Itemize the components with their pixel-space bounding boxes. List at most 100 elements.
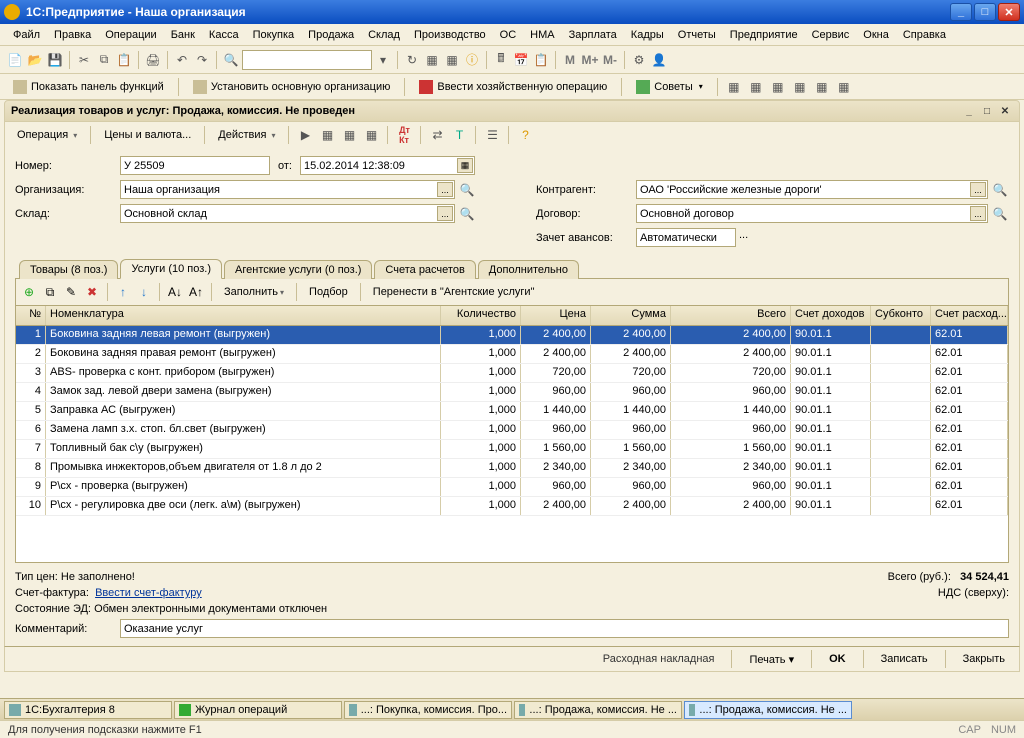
print-button[interactable]: Печать ▾ — [745, 651, 798, 668]
invoice-link[interactable]: Ввести счет-фактуру — [95, 587, 202, 599]
tab-additional[interactable]: Дополнительно — [478, 260, 579, 279]
menu-sale[interactable]: Продажа — [303, 27, 359, 43]
task-item[interactable]: 1С:Бухгалтерия 8 — [4, 701, 172, 719]
doc-close-button[interactable]: ✕ — [997, 104, 1013, 118]
counterparty-input[interactable]: ОАО 'Российские железные дороги'... — [636, 180, 988, 199]
help-icon[interactable]: ⓘ — [463, 51, 481, 69]
task-item[interactable]: ...: Покупка, комиссия. Про... — [344, 701, 512, 719]
number-input[interactable]: У 25509 — [120, 156, 270, 175]
task-item[interactable]: ...: Продажа, комиссия. Не ... — [684, 701, 852, 719]
save-icon[interactable]: 💾 — [46, 51, 64, 69]
table-row[interactable]: 5Заправка АС (выгружен)1,0001 440,001 44… — [16, 402, 1008, 421]
org-input[interactable]: Наша организация... — [120, 180, 455, 199]
menu-windows[interactable]: Окна — [858, 27, 894, 43]
move-down-icon[interactable]: ↓ — [135, 283, 153, 301]
ok-button[interactable]: OK — [825, 651, 850, 667]
refresh-icon[interactable]: ↻ — [403, 51, 421, 69]
select-icon[interactable]: ... — [970, 182, 986, 197]
minimize-button[interactable]: _ — [950, 3, 972, 21]
menu-purchase[interactable]: Покупка — [248, 27, 300, 43]
menu-edit[interactable]: Правка — [49, 27, 96, 43]
calendar-icon[interactable]: 📅 — [512, 51, 530, 69]
tab-goods[interactable]: Товары (8 поз.) — [19, 260, 118, 279]
show-panel-button[interactable]: Показать панель функций — [6, 77, 171, 97]
sort-desc-icon[interactable]: A↑ — [187, 283, 205, 301]
report3-icon[interactable]: ▦ — [769, 78, 787, 96]
sort-asc-icon[interactable]: A↓ — [166, 283, 184, 301]
doc-list-icon[interactable]: ☰ — [483, 126, 501, 144]
task-item[interactable]: Журнал операций — [174, 701, 342, 719]
fill-button[interactable]: Заполнить — [218, 284, 290, 300]
doc-post-icon[interactable]: ▶ — [296, 126, 314, 144]
tab-accounts[interactable]: Счета расчетов — [374, 260, 475, 279]
menu-nma[interactable]: НМА — [525, 27, 559, 43]
mminus-icon[interactable]: M- — [601, 51, 619, 69]
report2-icon[interactable]: ▦ — [747, 78, 765, 96]
select-icon[interactable]: ... — [970, 206, 986, 221]
doc-post2-icon[interactable]: ▦ — [340, 126, 358, 144]
tab-agent[interactable]: Агентские услуги (0 поз.) — [224, 260, 372, 279]
calc-icon[interactable]: 🖩 — [492, 51, 510, 69]
menu-enterprise[interactable]: Предприятие — [725, 27, 803, 43]
report4-icon[interactable]: ▦ — [791, 78, 809, 96]
lock-icon[interactable]: 👤 — [650, 51, 668, 69]
delete-row-icon[interactable]: ✖ — [83, 283, 101, 301]
counterparty-open-icon[interactable]: 🔍 — [991, 181, 1009, 199]
table-row[interactable]: 9Р\сх - проверка (выгружен)1,000960,0096… — [16, 478, 1008, 497]
menu-help[interactable]: Справка — [898, 27, 951, 43]
open-icon[interactable]: 📂 — [26, 51, 44, 69]
date-input[interactable]: 15.02.2014 12:38:09▦ — [300, 156, 475, 175]
print-icon[interactable]: 🖨 — [144, 51, 162, 69]
move-to-agent-button[interactable]: Перенести в "Агентские услуги" — [367, 284, 541, 300]
doc-reg-icon[interactable]: ▦ — [318, 126, 336, 144]
contract-input[interactable]: Основной договор... — [636, 204, 988, 223]
select-icon[interactable]: ... — [437, 206, 453, 221]
report5-icon[interactable]: ▦ — [813, 78, 831, 96]
m-icon[interactable]: M — [561, 51, 579, 69]
cut-icon[interactable]: ✂ — [75, 51, 93, 69]
actions-button[interactable]: Действия — [212, 127, 281, 143]
table-row[interactable]: 2Боковина задняя правая ремонт (выгружен… — [16, 345, 1008, 364]
table-row[interactable]: 3ABS- проверка с конт. прибором (выгруже… — [16, 364, 1008, 383]
prices-button[interactable]: Цены и валюта... — [98, 127, 197, 143]
tab-services[interactable]: Услуги (10 поз.) — [120, 259, 222, 279]
paste-icon[interactable]: 📋 — [115, 51, 133, 69]
close-button[interactable]: ✕ — [998, 3, 1020, 21]
search-input[interactable] — [242, 50, 372, 70]
doc-help-icon[interactable]: ? — [516, 126, 534, 144]
new-icon[interactable]: 📄 — [6, 51, 24, 69]
copy-icon[interactable]: ⧉ — [95, 51, 113, 69]
search-dd-icon[interactable]: ▾ — [374, 51, 392, 69]
menu-operations[interactable]: Операции — [100, 27, 161, 43]
menu-service[interactable]: Сервис — [807, 27, 855, 43]
menu-file[interactable]: Файл — [8, 27, 45, 43]
menu-production[interactable]: Производство — [409, 27, 491, 43]
form2-icon[interactable]: ▦ — [443, 51, 461, 69]
tips-button[interactable]: Советы▾ — [629, 77, 710, 97]
menu-hr[interactable]: Кадры — [626, 27, 669, 43]
doc-struct-icon[interactable]: ▦ — [362, 126, 380, 144]
close-button[interactable]: Закрыть — [959, 651, 1009, 667]
table-row[interactable]: 4Замок зад. левой двери замена (выгружен… — [16, 383, 1008, 402]
comment-input[interactable]: Оказание услуг — [120, 619, 1009, 638]
save-button[interactable]: Записать — [877, 651, 932, 667]
doc-minimize-button[interactable]: _ — [961, 104, 977, 118]
redo-icon[interactable]: ↷ — [193, 51, 211, 69]
doc-link-icon[interactable]: ⇄ — [428, 126, 446, 144]
set-org-button[interactable]: Установить основную организацию — [186, 77, 398, 97]
table-row[interactable]: 8Промывка инжекторов,объем двигателя от … — [16, 459, 1008, 478]
table-row[interactable]: 6Замена ламп з.х. стоп. бл.свет (выгруже… — [16, 421, 1008, 440]
contract-open-icon[interactable]: 🔍 — [991, 205, 1009, 223]
menu-salary[interactable]: Зарплата — [564, 27, 622, 43]
mplus-icon[interactable]: M+ — [581, 51, 599, 69]
menu-cash[interactable]: Касса — [204, 27, 244, 43]
menu-reports[interactable]: Отчеты — [673, 27, 721, 43]
menu-os[interactable]: ОС — [495, 27, 522, 43]
report1-icon[interactable]: ▦ — [725, 78, 743, 96]
consignment-button[interactable]: Расходная накладная — [599, 651, 719, 667]
form-icon[interactable]: ▦ — [423, 51, 441, 69]
edit-row-icon[interactable]: ✎ — [62, 283, 80, 301]
pick-button[interactable]: Подбор — [303, 284, 354, 300]
doc-maximize-button[interactable]: □ — [979, 104, 995, 118]
menu-warehouse[interactable]: Склад — [363, 27, 405, 43]
